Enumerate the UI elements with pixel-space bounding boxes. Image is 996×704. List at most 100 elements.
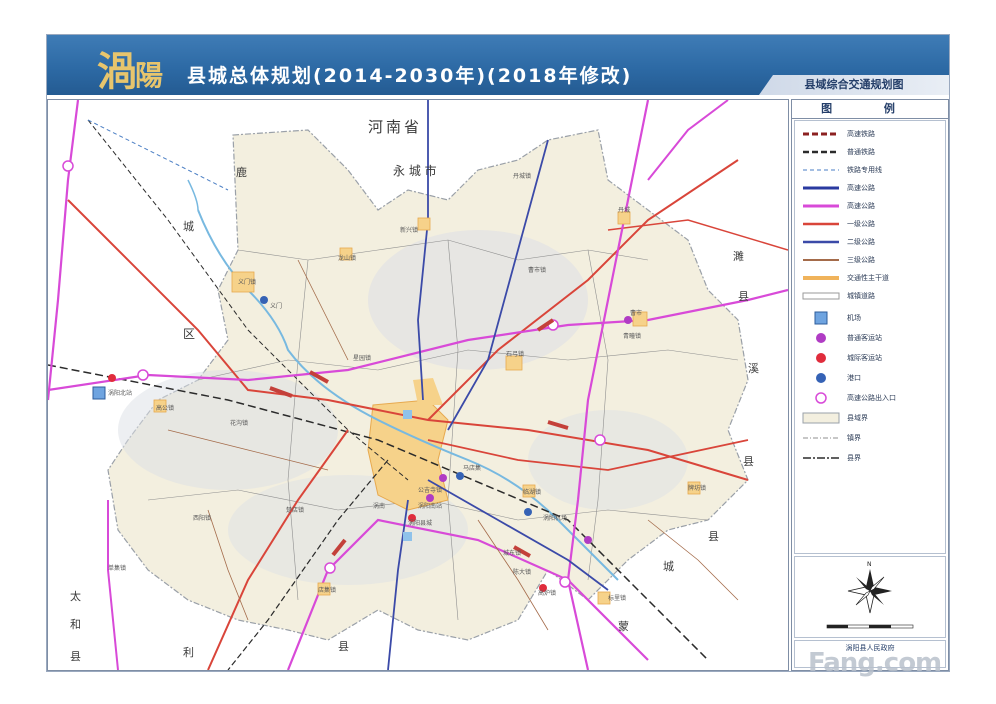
bottom-right-label-3: 县	[708, 530, 719, 543]
legend-panel: 图 例 高速铁路 普通铁路 铁路专用线 高速公路 高速公路 一级公路 二级公路 …	[791, 99, 949, 671]
rail-icon	[803, 150, 839, 154]
bottom-left-label-3: 县	[70, 650, 81, 663]
town-label-16: 牌坊镇	[688, 484, 706, 492]
bottom-right-label-2: 城	[663, 560, 674, 573]
town-label-4: 义门镇	[238, 278, 256, 286]
left-region-label: 区	[183, 327, 195, 341]
bus-station-1	[439, 474, 447, 482]
town-label-8: 花沟镇	[230, 419, 248, 427]
expressway-6	[647, 100, 729, 181]
bottom-right-label-1: 蒙	[618, 620, 629, 633]
port-icon	[816, 373, 826, 383]
intercity-station-1	[108, 374, 116, 382]
legend-item-class2-road: 二级公路	[801, 235, 941, 249]
right-region-label-1: 濉	[733, 250, 744, 263]
town-boundary-icon	[803, 437, 839, 439]
bottom-left-label-2: 和	[70, 618, 81, 631]
fang-watermark: Fang.com	[808, 648, 942, 678]
station-marker-2	[403, 532, 412, 541]
town-label-11: 丹城	[618, 207, 630, 214]
town-label-25: 曹市	[630, 309, 642, 317]
legend-item-bus-station: 普通客运站	[801, 331, 941, 345]
bottom-label-2: 县	[338, 640, 349, 653]
legend-item-town-boundary: 镇界	[801, 431, 941, 445]
expressway-7	[107, 500, 119, 670]
port-2	[456, 472, 464, 480]
town-label-30: 涡南	[373, 502, 385, 510]
legend-items-box: 高速铁路 普通铁路 铁路专用线 高速公路 高速公路 一级公路 二级公路 三级公路…	[794, 120, 946, 554]
legend-item-arterial: 交通性主干道	[801, 271, 941, 285]
town-label-5: 曹市镇	[528, 266, 546, 274]
logo-character-1: 渦	[97, 48, 137, 95]
town-label-20: 陈大镇	[513, 568, 531, 576]
legend-item-intercity-station: 城际客运站	[801, 351, 941, 365]
interchange-5	[324, 562, 336, 574]
interchange-icon	[815, 392, 827, 404]
legend-item-class1-road: 一级公路	[801, 217, 941, 231]
expressway-1	[48, 100, 80, 401]
map-canvas[interactable]: 河南省 永 城 市 区 濉 溪 县 太 和 县 利 县 蒙 城 县 城 鹿 县 …	[47, 99, 789, 671]
shade-region-1	[368, 230, 588, 370]
town-road-icon	[802, 292, 840, 300]
bus-station-2	[426, 494, 434, 502]
legend-item-boundary: 县界	[801, 451, 941, 465]
shade-region-2	[118, 370, 338, 490]
town-label-13: 西阳镇	[193, 514, 211, 522]
legend-item-high-speed-rail: 高速铁路	[801, 127, 941, 141]
town-label-18: 公吉寺镇	[418, 486, 442, 494]
town-label-27: 马店集	[463, 464, 481, 472]
town-label-2: 新兴镇	[400, 226, 418, 234]
page-title: 县城总体规划(2014-2030年)(2018年修改)	[187, 65, 633, 87]
rail-spur-line	[87, 119, 229, 191]
town-label-24: 高炉镇	[538, 589, 556, 597]
legend-item-interchange: 高速公路出入口	[801, 391, 941, 405]
compass-box: N	[794, 556, 946, 638]
boundary-icon	[803, 457, 839, 459]
town-marker-2	[505, 355, 523, 371]
port-1	[260, 296, 268, 304]
expressway-planned-icon	[803, 204, 839, 208]
town-label-26: 涡阳机场	[543, 514, 567, 522]
legend-item-town-road: 城镇道路	[801, 289, 941, 303]
top-right-label: 县	[738, 290, 749, 303]
intercity-station-icon	[816, 353, 826, 363]
yongcheng-label: 永 城 市	[393, 163, 437, 178]
town-label-17: 标里镇	[608, 594, 626, 602]
class2-road-icon	[803, 240, 839, 244]
town-label-28: 城东镇	[503, 549, 521, 557]
interchange-4	[594, 434, 606, 446]
title-banner: 渦陽 县城总体规划(2014-2030年)(2018年修改) 县域综合交通规划图	[47, 35, 949, 95]
town-label-15: 店集镇	[318, 586, 336, 594]
bus-station-4	[584, 536, 592, 544]
map-subtitle-tab: 县域综合交通规划图	[759, 75, 949, 95]
town-label-12: 临湖镇	[523, 488, 541, 496]
town-marker-4	[417, 217, 431, 231]
town-label-3: 龙山镇	[338, 254, 356, 262]
expressway-icon	[803, 186, 839, 190]
top-left-label-1: 城	[183, 220, 194, 233]
town-label-14: 单集镇	[108, 564, 126, 572]
legend-item-rail-spur: 铁路专用线	[801, 163, 941, 177]
airport-icon	[814, 311, 828, 325]
north-arrow-icon: N	[826, 561, 914, 629]
county-boundary-icon	[802, 412, 840, 424]
legend-item-expressway: 高速公路	[801, 181, 941, 195]
logo-character-2: 陽	[135, 59, 163, 92]
class1-road-icon	[803, 222, 839, 226]
town-label-21: 义门	[270, 302, 282, 310]
legend-item-county-boundary: 县域界	[801, 411, 941, 425]
airport-marker	[92, 386, 106, 400]
interchange-6	[559, 576, 571, 588]
legend-item-port: 港口	[801, 371, 941, 385]
town-label-23: 涡阳南站	[418, 502, 442, 510]
bottom-label-1: 利	[183, 646, 194, 659]
town-label-7: 石弓镇	[506, 350, 524, 358]
bottom-left-label-1: 太	[70, 590, 81, 603]
high-speed-rail-icon	[803, 132, 839, 136]
svg-text:N: N	[867, 561, 872, 568]
town-label-6: 青疃镇	[623, 332, 641, 340]
interchange-1	[62, 160, 74, 172]
legend-title: 图 例	[792, 100, 948, 119]
scale-bar	[826, 624, 914, 629]
station-marker-3	[403, 410, 412, 419]
